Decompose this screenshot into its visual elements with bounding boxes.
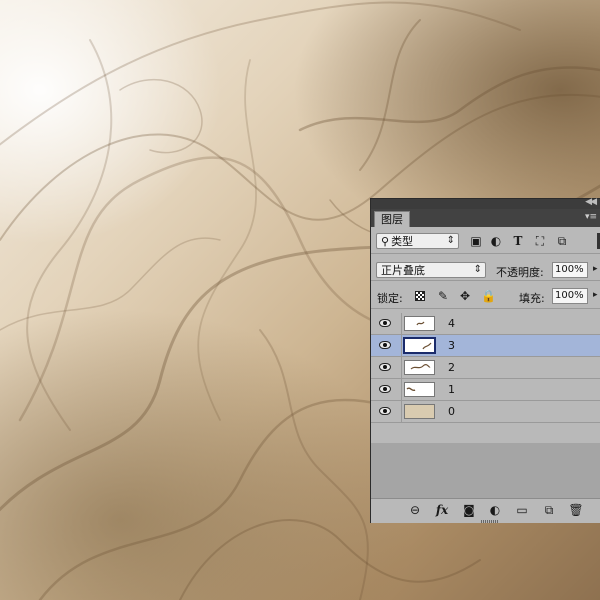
eye-icon [379, 407, 391, 415]
eye-icon [379, 319, 391, 327]
fill-input[interactable]: 100% [552, 288, 588, 304]
lock-brush-icon[interactable]: ✎ [437, 289, 449, 303]
panel-tabbar: 图层 ▾≡ [371, 209, 600, 228]
updown-arrow-icon: ⇕ [473, 264, 482, 275]
smart-object-filter-icon[interactable]: ⧉ [555, 233, 569, 249]
double-arrow-icon[interactable]: ◀◀ [585, 197, 597, 207]
updown-arrow-icon: ⇕ [446, 235, 455, 246]
adjustment-layer-icon[interactable]: ◐ [487, 503, 503, 517]
visibility-toggle[interactable] [371, 313, 402, 334]
add-mask-icon[interactable]: ◙ [461, 503, 477, 517]
adjustment-filter-icon[interactable]: ◐ [489, 233, 503, 249]
layer-name: 2 [448, 361, 455, 374]
layer-row-0[interactable]: 0 [371, 401, 600, 423]
blend-mode-select[interactable]: 正片叠底 ⇕ [376, 262, 486, 278]
layer-name: 0 [448, 405, 455, 418]
layer-thumbnail [404, 382, 435, 397]
layers-panel: ◀◀ 图层 ▾≡ ⚲ 类型 ⇕ ▣ ◐ T ⛶ ⧉ 正片叠底 ⇕ 不透明度: 1… [370, 197, 600, 523]
layer-name: 1 [448, 383, 455, 396]
lock-row: 锁定: ✎ ✥ 🔒 填充: 100% ▸ [371, 282, 600, 309]
layer-thumbnail [404, 404, 435, 419]
visibility-toggle[interactable] [371, 401, 402, 422]
lock-pixels-icon[interactable] [415, 289, 427, 303]
eye-icon [379, 385, 391, 393]
shape-filter-icon[interactable]: ⛶ [533, 233, 547, 249]
eye-icon [379, 363, 391, 371]
trash-icon[interactable]: 🗑 [568, 503, 584, 517]
resize-grip[interactable] [481, 520, 499, 523]
panel-menu-icon[interactable]: ▾≡ [585, 212, 597, 222]
blend-row: 正片叠底 ⇕ 不透明度: 100% ▸ [371, 254, 600, 281]
layer-row-4[interactable]: 4 [371, 313, 600, 335]
layer-thumbnail [404, 316, 435, 331]
lock-label: 锁定: [377, 292, 403, 305]
lock-position-icon[interactable]: ✥ [459, 289, 471, 303]
layer-name: 3 [448, 339, 455, 352]
panel-bottom-toolbar: ⊖ fx ◙ ◐ ▭ ⧉ 🗑 [371, 498, 600, 523]
lock-all-icon[interactable]: 🔒 [481, 289, 496, 303]
image-filter-icon[interactable]: ▣ [469, 233, 483, 249]
panel-body: ⚲ 类型 ⇕ ▣ ◐ T ⛶ ⧉ 正片叠底 ⇕ 不透明度: 100% ▸ 锁定:… [371, 227, 600, 523]
visibility-toggle[interactable] [371, 357, 402, 378]
visibility-toggle[interactable] [371, 335, 402, 356]
panel-header-strip[interactable]: ◀◀ [371, 197, 600, 209]
layer-name: 4 [448, 317, 455, 330]
layer-thumbnail [403, 337, 436, 354]
link-layers-icon[interactable]: ⊖ [407, 503, 423, 517]
layer-row-1[interactable]: 1 [371, 379, 600, 401]
fill-label: 填充: [519, 292, 545, 305]
fx-icon[interactable]: fx [434, 503, 450, 517]
opacity-label: 不透明度: [496, 266, 544, 279]
visibility-toggle[interactable] [371, 379, 402, 400]
blend-mode-value: 正片叠底 [381, 264, 425, 277]
layer-list-empty-area[interactable] [371, 443, 600, 499]
layer-thumbnail [404, 360, 435, 375]
layer-row-3[interactable]: 3 [371, 335, 600, 357]
chevron-right-icon[interactable]: ▸ [593, 264, 598, 274]
opacity-input[interactable]: 100% [552, 262, 588, 278]
new-layer-icon[interactable]: ⧉ [541, 503, 557, 517]
layer-row-2[interactable]: 2 [371, 357, 600, 379]
eye-icon [379, 341, 391, 349]
text-filter-icon[interactable]: T [511, 233, 525, 249]
layer-filter-select[interactable]: ⚲ 类型 ⇕ [376, 233, 459, 249]
new-group-icon[interactable]: ▭ [514, 503, 530, 517]
tab-layers[interactable]: 图层 [374, 211, 410, 228]
filter-kind-label: 类型 [391, 235, 414, 248]
filter-row: ⚲ 类型 ⇕ ▣ ◐ T ⛶ ⧉ [371, 227, 600, 254]
chevron-right-icon[interactable]: ▸ [593, 290, 598, 300]
search-icon: ⚲ [381, 235, 390, 248]
